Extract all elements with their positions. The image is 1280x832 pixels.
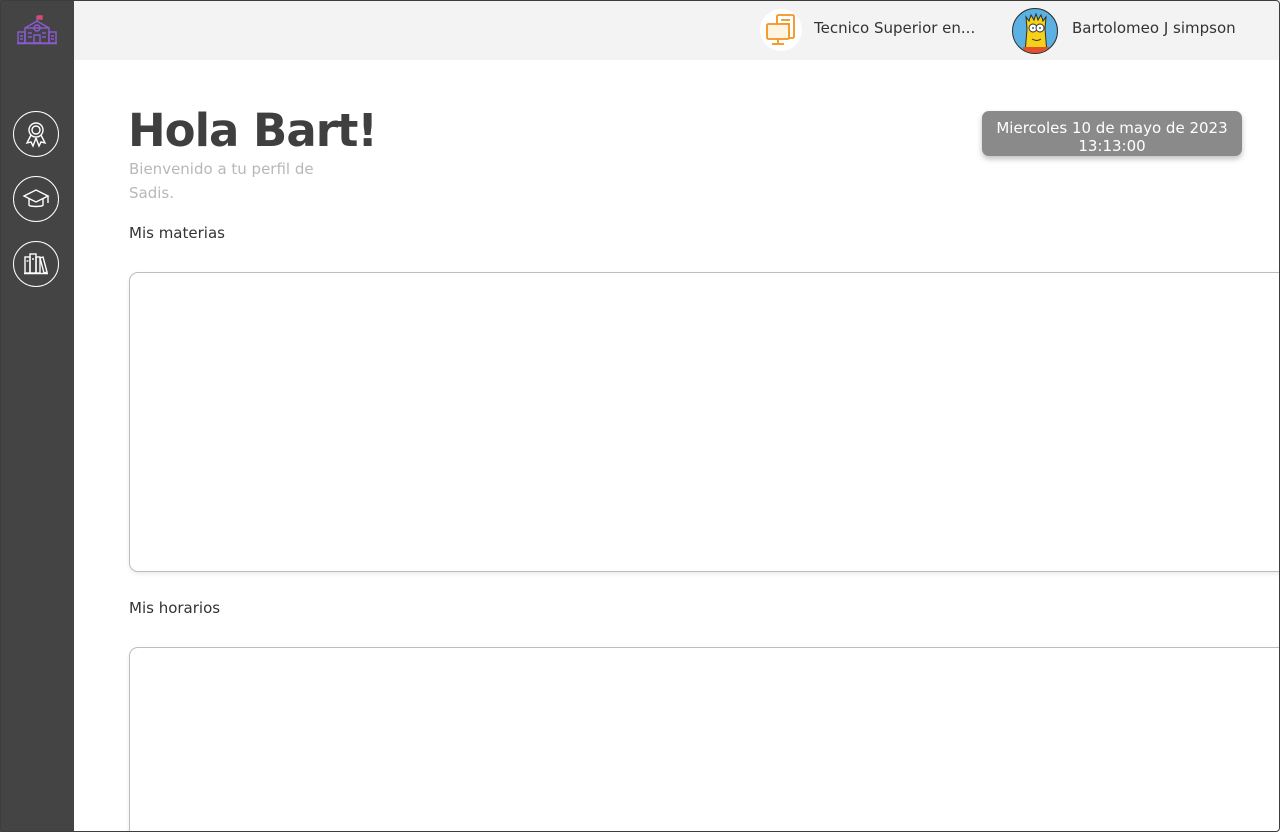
current-time: 13:13:00: [1078, 137, 1146, 155]
graduation-cap-icon: [22, 189, 50, 208]
avatar[interactable]: [1012, 8, 1058, 54]
subjects-panel: [129, 272, 1280, 572]
page-title: Hola Bart!: [128, 104, 378, 157]
current-date: Miercoles 10 de mayo de 2023: [996, 119, 1228, 137]
schedule-panel: [129, 647, 1280, 832]
school-building-icon[interactable]: [17, 14, 57, 46]
sidebar: [0, 0, 74, 832]
career-selector-label[interactable]: Tecnico Superior en...: [814, 19, 975, 37]
subjects-heading: Mis materias: [129, 224, 225, 242]
welcome-subtitle: Bienvenido a tu perfil de Sadis.: [129, 160, 314, 202]
user-name[interactable]: Bartolomeo J simpson: [1072, 19, 1236, 37]
books-icon: [24, 253, 48, 275]
award-ribbon-icon: [25, 122, 47, 148]
date-time-display: Miercoles 10 de mayo de 2023 13:13:00: [982, 111, 1242, 156]
sidebar-item-achievements[interactable]: [13, 111, 59, 157]
sidebar-item-library[interactable]: [13, 241, 59, 287]
career-selector-icon[interactable]: [760, 9, 802, 51]
schedule-heading: Mis horarios: [129, 599, 221, 617]
sidebar-item-courses[interactable]: [13, 176, 59, 222]
